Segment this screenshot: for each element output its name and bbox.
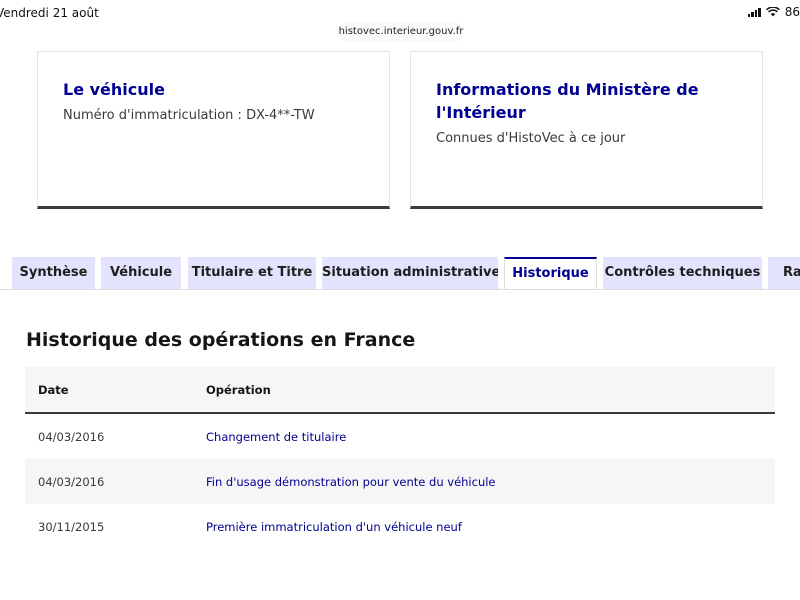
status-time: Vendredi 21 août: [0, 6, 99, 20]
registration-number: Numéro d'immatriculation : DX-4**-TW: [63, 108, 315, 123]
row-operation: Fin d'usage démonstration pour vente du …: [206, 474, 496, 489]
tab-historique[interactable]: Historique: [504, 257, 597, 290]
row-date: 04/03/2016: [38, 429, 105, 444]
row-date: 30/11/2015: [38, 519, 105, 534]
battery-level: 86: [784, 5, 800, 19]
column-header-operation: Opération: [206, 382, 271, 397]
status-icons: 86: [747, 5, 800, 19]
row-operation: Changement de titulaire: [206, 429, 347, 444]
ministry-card-title: Informations du Ministère de l'Intérieur: [436, 80, 699, 122]
history-title: Historique des opérations en France: [26, 329, 416, 351]
row-date: 04/03/2016: [38, 474, 105, 489]
vehicle-card-title: Le véhicule: [63, 80, 165, 99]
cellular-signal-icon: [747, 7, 761, 17]
tabs-divider: [0, 289, 800, 290]
report-tabs: Synthèse Véhicule Titulaire et Titre Sit…: [0, 257, 800, 290]
address-bar[interactable]: histovec.interieur.gouv.fr: [338, 22, 464, 42]
ministry-card-subtitle: Connues d'HistoVec à ce jour: [436, 131, 626, 146]
tab-synthese[interactable]: Synthèse: [12, 257, 95, 289]
column-header-date: Date: [38, 382, 69, 397]
status-bar: Vendredi 21 août 86: [0, 0, 800, 24]
wifi-icon: [765, 7, 780, 17]
table-row: 04/03/2016 Fin d'usage démonstration pou…: [25, 459, 775, 504]
table-row: 04/03/2016 Changement de titulaire: [25, 414, 775, 459]
row-operation: Première immatriculation d'un véhicule n…: [206, 519, 462, 534]
tab-controles-techniques[interactable]: Contrôles techniques: [603, 257, 762, 289]
tab-vehicule[interactable]: Véhicule: [101, 257, 181, 289]
ministry-info-card: Informations du Ministère de l'Intérieur…: [410, 51, 763, 209]
tab-titulaire[interactable]: Titulaire et Titre: [188, 257, 316, 289]
history-table: Date Opération 04/03/2016 Changement de …: [25, 367, 775, 549]
table-row: 30/11/2015 Première immatriculation d'un…: [25, 504, 775, 549]
table-header: Date Opération: [25, 367, 775, 414]
tab-truncated[interactable]: Ra: [768, 257, 800, 289]
vehicle-card: Le véhicule Numéro d'immatriculation : D…: [37, 51, 390, 209]
url-text: histovec.interieur.gouv.fr: [338, 26, 464, 37]
tab-situation-administrative[interactable]: Situation administrative: [322, 257, 498, 289]
